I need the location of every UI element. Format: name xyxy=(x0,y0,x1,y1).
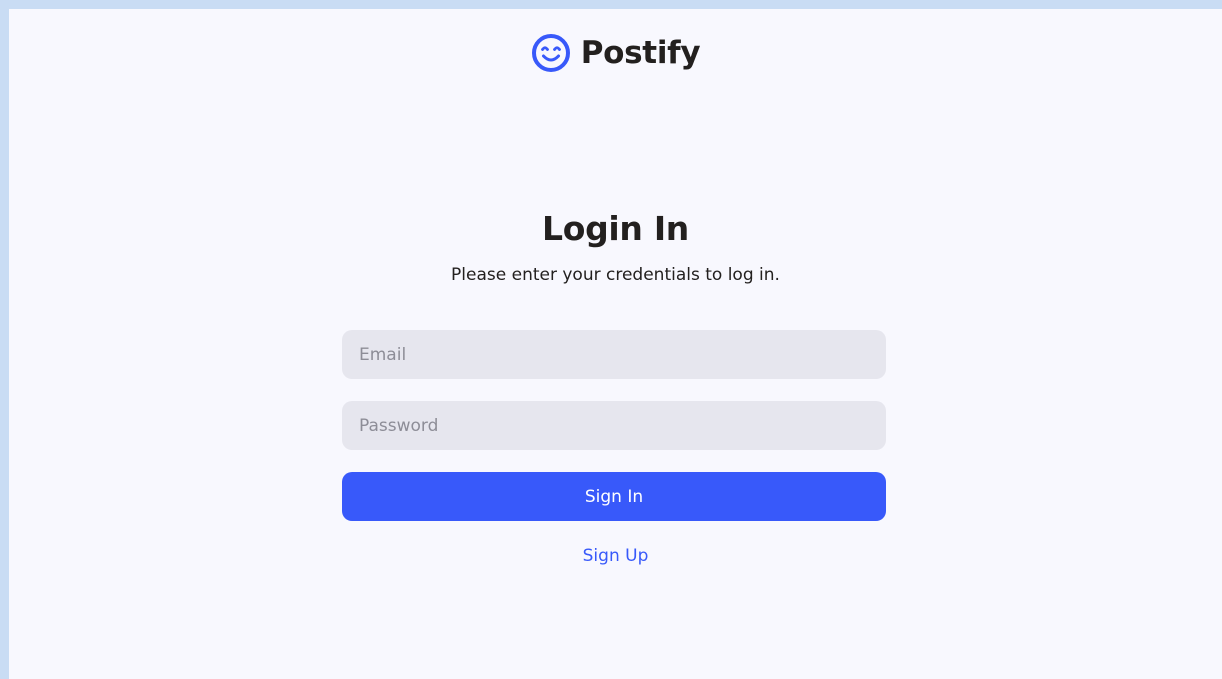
page-title: Login In xyxy=(542,209,689,248)
brand-name: Postify xyxy=(580,35,701,71)
page-subtitle: Please enter your credentials to log in. xyxy=(451,265,780,285)
sign-in-button[interactable]: Sign In xyxy=(342,472,886,521)
password-field[interactable] xyxy=(342,401,886,450)
brand-logo[interactable]: Postify xyxy=(9,33,1222,73)
sign-up-link[interactable]: Sign Up xyxy=(583,546,649,566)
login-page: Postify Login In Please enter your crede… xyxy=(9,9,1222,679)
sign-up-container: Sign Up xyxy=(9,546,1222,566)
smiley-face-icon xyxy=(531,34,570,72)
email-field[interactable] xyxy=(342,330,886,379)
